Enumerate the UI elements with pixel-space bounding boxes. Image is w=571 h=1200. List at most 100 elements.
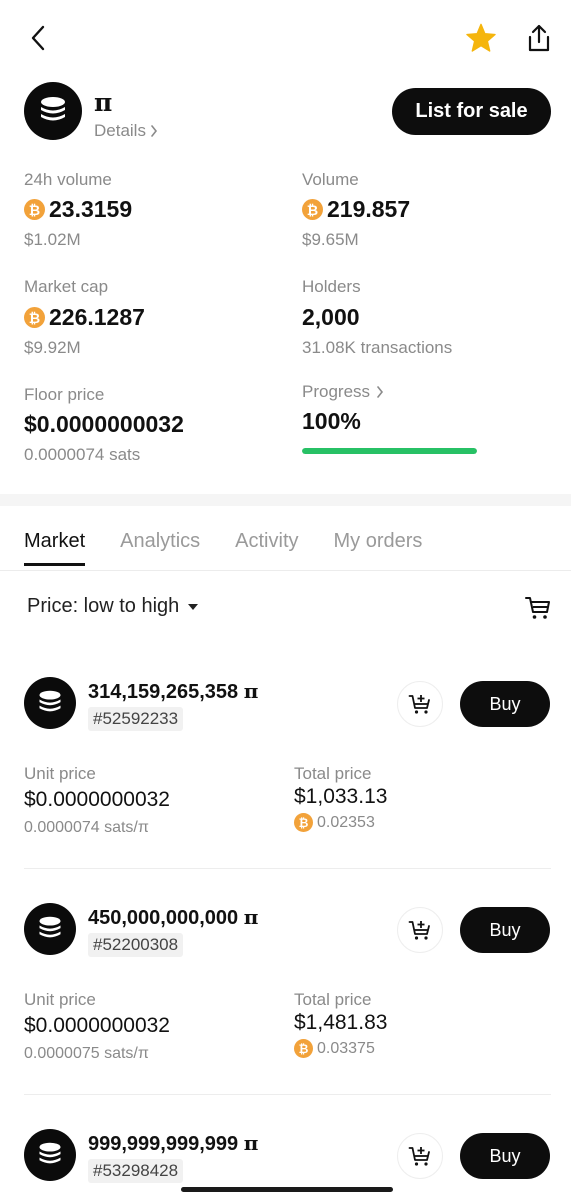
add-to-cart-icon bbox=[408, 1147, 430, 1166]
inscription-id: #52200308 bbox=[88, 933, 184, 957]
buy-button[interactable]: Buy bbox=[460, 907, 550, 953]
floor-price-sats: 0.0000074 sats bbox=[24, 445, 141, 464]
ticker-symbol: π bbox=[243, 679, 259, 703]
volume-usd: $9.65M bbox=[302, 230, 359, 249]
volume-label: Volume bbox=[302, 170, 359, 189]
transactions-count: 31.08K transactions bbox=[302, 338, 453, 357]
inscription-id: #52592233 bbox=[88, 707, 184, 731]
details-label: Details bbox=[94, 121, 146, 140]
buy-button[interactable]: Buy bbox=[460, 681, 550, 727]
listing-amount: 314,159,265,358 π bbox=[88, 679, 258, 704]
total-price-label: Total price bbox=[294, 990, 372, 1009]
volume-24h-label: 24h volume bbox=[24, 170, 112, 189]
ticker-symbol: π bbox=[243, 905, 259, 929]
total-price-btc: ₿ 0.02353 bbox=[294, 813, 375, 832]
cart-button[interactable] bbox=[522, 592, 554, 624]
volume-amount: 219.857 bbox=[327, 196, 411, 222]
volume-24h-usd: $1.02M bbox=[24, 230, 81, 249]
unit-price-label: Unit price bbox=[24, 990, 96, 1009]
total-price-btc: ₿ 0.03375 bbox=[294, 1039, 375, 1058]
back-chevron-icon bbox=[31, 25, 45, 51]
tab-my-orders[interactable]: My orders bbox=[334, 530, 423, 566]
token-name: π bbox=[94, 88, 113, 117]
token-avatar bbox=[24, 82, 82, 140]
total-price-label: Total price bbox=[294, 764, 372, 783]
market-cap-amount: 226.1287 bbox=[49, 304, 145, 330]
tabs-divider bbox=[0, 570, 571, 571]
card-divider bbox=[24, 868, 551, 869]
unit-price-sats: 0.0000074 sats/π bbox=[24, 819, 149, 836]
unit-price-sats: 0.0000075 sats/π bbox=[24, 1045, 149, 1062]
sort-dropdown[interactable]: Price: low to high bbox=[27, 595, 199, 618]
coin-stack-icon bbox=[39, 1142, 61, 1164]
btc-icon: ₿ bbox=[24, 199, 45, 220]
back-button[interactable] bbox=[22, 22, 54, 54]
token-avatar bbox=[24, 903, 76, 955]
token-avatar bbox=[24, 677, 76, 729]
btc-icon: ₿ bbox=[294, 813, 313, 832]
progress-bar bbox=[302, 448, 477, 454]
listing-amount: 999,999,999,999 π bbox=[88, 1131, 258, 1156]
market-cap-usd: $9.92M bbox=[24, 338, 81, 357]
add-to-cart-button[interactable] bbox=[397, 907, 443, 953]
volume-value: ₿ 219.857 bbox=[302, 196, 410, 223]
add-to-cart-button[interactable] bbox=[397, 1133, 443, 1179]
holders-value: 2,000 bbox=[302, 304, 360, 330]
add-to-cart-icon bbox=[408, 921, 430, 940]
favorite-button[interactable] bbox=[462, 20, 500, 56]
total-btc-value: 0.02353 bbox=[317, 813, 375, 831]
add-to-cart-button[interactable] bbox=[397, 681, 443, 727]
sort-label: Price: low to high bbox=[27, 595, 180, 617]
buy-button[interactable]: Buy bbox=[460, 1133, 550, 1179]
add-to-cart-icon bbox=[408, 695, 430, 714]
btc-icon: ₿ bbox=[294, 1039, 313, 1058]
progress-link[interactable]: Progress bbox=[302, 382, 384, 402]
market-cap-value: ₿ 226.1287 bbox=[24, 304, 145, 331]
listing-card: 314,159,265,358 π #52592233 Buy Unit pri… bbox=[0, 677, 571, 903]
star-icon bbox=[466, 23, 496, 52]
chevron-right-icon bbox=[151, 125, 157, 137]
market-cap-label: Market cap bbox=[24, 277, 109, 296]
tab-activity[interactable]: Activity bbox=[235, 530, 298, 566]
tab-market[interactable]: Market bbox=[24, 530, 86, 566]
card-divider bbox=[24, 1094, 551, 1095]
coin-stack-icon bbox=[39, 916, 61, 938]
details-link[interactable]: Details bbox=[94, 121, 158, 141]
progress-value: 100% bbox=[302, 408, 361, 434]
list-for-sale-button[interactable]: List for sale bbox=[392, 88, 551, 135]
progress-label: Progress bbox=[302, 382, 371, 401]
coin-stack-icon bbox=[39, 690, 61, 712]
tab-analytics[interactable]: Analytics bbox=[120, 530, 200, 566]
share-button[interactable] bbox=[522, 20, 556, 56]
share-icon bbox=[528, 24, 550, 52]
listing-card: 450,000,000,000 π #52200308 Buy Unit pri… bbox=[0, 903, 571, 1129]
total-btc-value: 0.03375 bbox=[317, 1039, 375, 1057]
home-indicator[interactable] bbox=[181, 1187, 393, 1192]
tab-bar: Market Analytics Activity My orders bbox=[24, 530, 422, 566]
amount-value: 450,000,000,000 bbox=[88, 907, 239, 929]
unit-price-value: $0.0000000032 bbox=[24, 1014, 170, 1037]
caret-down-icon bbox=[188, 603, 199, 610]
unit-price-value: $0.0000000032 bbox=[24, 788, 170, 811]
coin-stack-icon bbox=[41, 97, 65, 121]
btc-icon: ₿ bbox=[302, 199, 323, 220]
amount-value: 999,999,999,999 bbox=[88, 1133, 239, 1155]
section-divider bbox=[0, 494, 571, 506]
holders-label: Holders bbox=[302, 277, 361, 296]
ticker-symbol: π bbox=[243, 1131, 259, 1155]
cart-icon bbox=[525, 597, 550, 619]
amount-value: 314,159,265,358 bbox=[88, 681, 239, 703]
token-avatar bbox=[24, 1129, 76, 1181]
total-price-value: $1,481.83 bbox=[294, 1011, 388, 1034]
floor-price-label: Floor price bbox=[24, 385, 105, 404]
unit-price-label: Unit price bbox=[24, 764, 96, 783]
listing-amount: 450,000,000,000 π bbox=[88, 905, 258, 930]
floor-price-value: $0.0000000032 bbox=[24, 411, 184, 437]
progress-bar-fill bbox=[302, 448, 477, 454]
volume-24h-amount: 23.3159 bbox=[49, 196, 133, 222]
btc-icon: ₿ bbox=[24, 307, 45, 328]
inscription-id: #53298428 bbox=[88, 1159, 184, 1183]
volume-24h-value: ₿ 23.3159 bbox=[24, 196, 132, 223]
total-price-value: $1,033.13 bbox=[294, 785, 388, 808]
chevron-right-icon bbox=[377, 386, 384, 398]
